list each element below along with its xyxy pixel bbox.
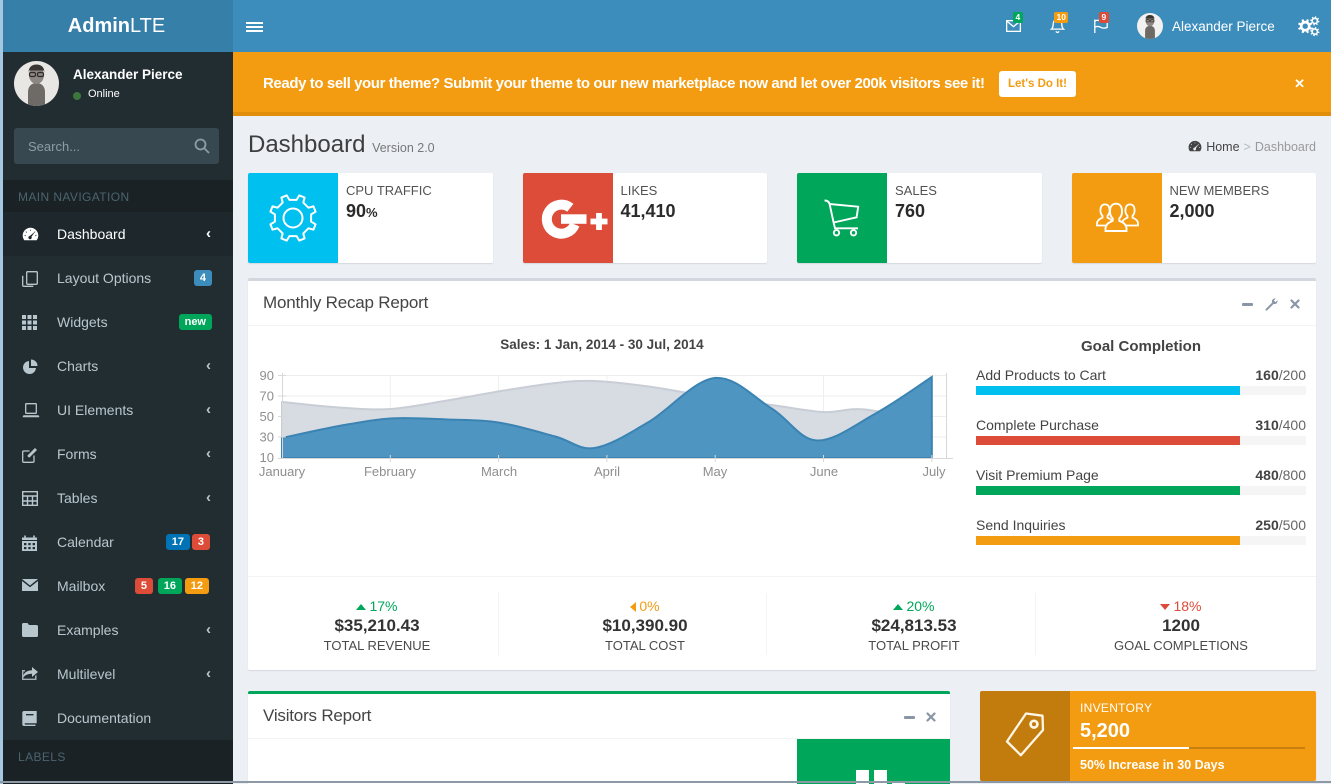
svg-text:90: 90 — [260, 368, 274, 383]
svg-text:March: March — [481, 464, 517, 479]
svg-text:February: February — [364, 464, 417, 479]
svg-text:10: 10 — [260, 450, 274, 465]
svg-text:30: 30 — [260, 430, 274, 445]
svg-text:50: 50 — [260, 409, 274, 424]
svg-text:May: May — [703, 464, 728, 479]
svg-text:January: January — [259, 464, 306, 479]
svg-text:July: July — [922, 464, 946, 479]
svg-text:April: April — [594, 464, 620, 479]
svg-text:June: June — [810, 464, 838, 479]
svg-text:70: 70 — [260, 389, 274, 404]
